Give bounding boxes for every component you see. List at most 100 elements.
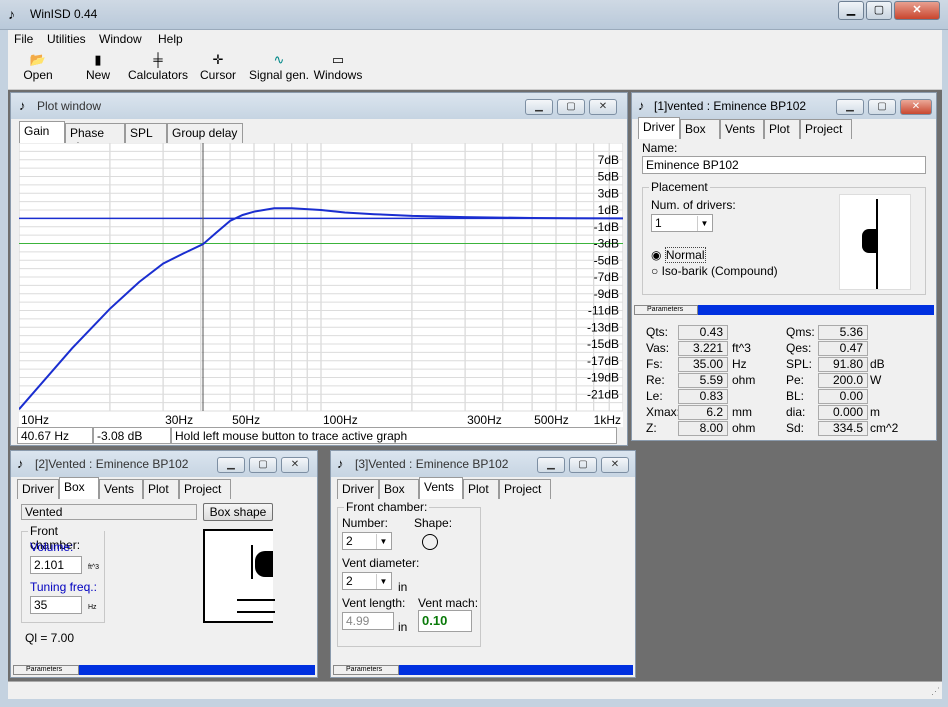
restore-button[interactable]: ▢ — [249, 457, 277, 473]
close-button[interactable]: ✕ — [281, 457, 309, 473]
tab-vents[interactable]: Vents — [720, 119, 764, 139]
resize-grip-icon[interactable]: ⋰ — [931, 686, 940, 697]
driver-param-value[interactable]: 0.43 — [678, 325, 728, 340]
windows-button[interactable]: ▭ Windows — [310, 52, 366, 88]
menu-window[interactable]: Window — [99, 32, 142, 46]
tab-box[interactable]: Box — [379, 479, 419, 499]
parameters-tab[interactable]: Parameters — [634, 305, 698, 315]
driver-param-unit: dB — [870, 357, 885, 371]
tab-phase-plot[interactable]: Phase plot — [65, 123, 125, 154]
tab-box[interactable]: Box — [680, 119, 720, 139]
radio-normal[interactable]: ◉ Normal — [651, 247, 706, 263]
driver-placement-diagram — [839, 194, 911, 290]
driver-param-value[interactable]: 0.47 — [818, 341, 868, 356]
cursor-button[interactable]: ✛ Cursor — [190, 52, 246, 88]
tab-spl[interactable]: SPL — [125, 123, 167, 143]
new-button[interactable]: ▮ New — [70, 52, 126, 88]
chevron-down-icon: ▼ — [697, 216, 711, 231]
driver-param-value[interactable]: 35.00 — [678, 357, 728, 372]
driver-param-value[interactable]: 200.0 — [818, 373, 868, 388]
driver-name-input[interactable]: Eminence BP102 — [642, 156, 926, 174]
vent-diameter-select[interactable]: 2 ▼ — [342, 572, 392, 590]
maximize-button[interactable]: ▢ — [866, 1, 892, 20]
close-button[interactable]: ✕ — [894, 1, 940, 20]
box-type-field[interactable]: Vented — [21, 504, 197, 520]
box-shape-button[interactable]: Box shape — [203, 503, 273, 521]
restore-button[interactable]: ▢ — [557, 99, 585, 115]
tab-box[interactable]: Box — [59, 477, 99, 499]
minimize-button[interactable]: ▁ — [537, 457, 565, 473]
close-button[interactable]: ✕ — [900, 99, 932, 115]
driver-param-value[interactable]: 5.36 — [818, 325, 868, 340]
radio-isobarik[interactable]: ○ Iso-barik (Compound) — [651, 264, 778, 278]
menu-file[interactable]: File — [14, 32, 33, 46]
restore-button[interactable]: ▢ — [569, 457, 597, 473]
driver-param-value[interactable]: 0.000 — [818, 405, 868, 420]
driver-param-value[interactable]: 0.83 — [678, 389, 728, 404]
plot-window-titlebar[interactable]: ♪ Plot window ▁ ▢ ✕ — [11, 93, 627, 119]
box-window-titlebar[interactable]: ♪ [2]Vented : Eminence BP102 ▁ ▢ ✕ — [11, 451, 317, 477]
driver-window-titlebar[interactable]: ♪ [1]vented : Eminence BP102 ▁ ▢ ✕ — [632, 93, 936, 119]
toolbar: 📂 Open ▮ New ╪ Calculators ✛ Cursor ∿ Signal … — [8, 50, 942, 90]
y-tick-label: 1dB — [598, 203, 619, 217]
open-button[interactable]: 📂 Open — [10, 52, 66, 88]
tab-project[interactable]: Project — [499, 479, 551, 499]
app-icon: ♪ — [17, 456, 24, 471]
parameters-tab[interactable]: Parameters — [13, 665, 79, 675]
plot-window: ♪ Plot window ▁ ▢ ✕ Gain Phase plot SPL … — [10, 92, 628, 446]
tab-plot[interactable]: Plot — [764, 119, 800, 139]
tab-project[interactable]: Project — [179, 479, 231, 499]
tuning-input[interactable]: 35 — [30, 596, 82, 614]
tab-gain[interactable]: Gain — [19, 121, 65, 143]
menu-help[interactable]: Help — [158, 32, 183, 46]
radio-selected-icon: ◉ — [651, 248, 662, 262]
front-chamber-label: Front chamber: — [344, 500, 430, 514]
round-vent-shape-icon[interactable] — [422, 534, 438, 550]
driver-param-value[interactable]: 5.59 — [678, 373, 728, 388]
minimize-button[interactable]: ▁ — [525, 99, 553, 115]
tab-vents[interactable]: Vents — [99, 479, 143, 499]
driver-param-value[interactable]: 3.221 — [678, 341, 728, 356]
restore-button[interactable]: ▢ — [868, 99, 896, 115]
gain-plot[interactable]: 7dB 5dB 3dB 1dB -1dB -3dB -5dB -7dB -9dB -11dB -13… — [18, 142, 624, 427]
tab-project[interactable]: Project — [800, 119, 852, 139]
close-button[interactable]: ✕ — [589, 99, 617, 115]
close-button[interactable]: ✕ — [601, 457, 629, 473]
calculators-button[interactable]: ╪ Calculators — [126, 52, 190, 88]
driver-param-value[interactable]: 0.00 — [818, 389, 868, 404]
speaker-icon — [255, 551, 273, 577]
y-tick-label: 3dB — [598, 186, 619, 200]
tab-driver[interactable]: Driver — [337, 479, 379, 499]
plot-status-bar: 40.67 Hz -3.08 dB Hold left mouse button… — [17, 427, 623, 445]
placement-label: Placement — [649, 180, 710, 194]
menu-utilities[interactable]: Utilities — [47, 32, 86, 46]
parameters-tab[interactable]: Parameters — [333, 665, 399, 675]
vents-window-titlebar[interactable]: ♪ [3]Vented : Eminence BP102 ▁ ▢ ✕ — [331, 451, 635, 477]
tab-driver[interactable]: Driver — [17, 479, 59, 499]
ql-value: Ql = 7.00 — [25, 631, 75, 645]
driver-param-unit: m — [870, 405, 880, 419]
y-tick-label: -7dB — [594, 270, 619, 284]
tab-driver[interactable]: Driver — [638, 117, 680, 139]
minimize-button[interactable]: ▁ — [217, 457, 245, 473]
volume-input[interactable]: 2.101 — [30, 556, 82, 574]
tab-plot[interactable]: Plot — [143, 479, 179, 499]
gain-chart[interactable]: 7dB 5dB 3dB 1dB -1dB -3dB -5dB -7dB -9dB -11dB -13… — [18, 142, 624, 427]
driver-param-value[interactable]: 6.2 — [678, 405, 728, 420]
driver-param-value[interactable]: 91.80 — [818, 357, 868, 372]
driver-param-value[interactable]: 8.00 — [678, 421, 728, 436]
num-drivers-select[interactable]: 1 ▼ — [651, 214, 713, 232]
tab-plot[interactable]: Plot — [463, 479, 499, 499]
vent-line — [237, 599, 275, 601]
minimize-button[interactable]: ▁ — [838, 1, 864, 20]
tab-group-delay[interactable]: Group delay — [167, 123, 243, 143]
minimize-button[interactable]: ▁ — [836, 99, 864, 115]
driver-param-value[interactable]: 334.5 — [818, 421, 868, 436]
vent-number-select[interactable]: 2 ▼ — [342, 532, 392, 550]
signal-gen-label: Signal gen. — [248, 68, 310, 82]
app-titlebar[interactable]: ♪ WinISD 0.44 ▁ ▢ ✕ — [0, 0, 948, 30]
signal-gen-button[interactable]: ∿ Signal gen. — [248, 52, 310, 88]
tab-vents[interactable]: Vents — [419, 477, 463, 499]
box-window: ♪ [2]Vented : Eminence BP102 ▁ ▢ ✕ Drive… — [10, 450, 318, 678]
chevron-down-icon: ▼ — [376, 534, 390, 549]
